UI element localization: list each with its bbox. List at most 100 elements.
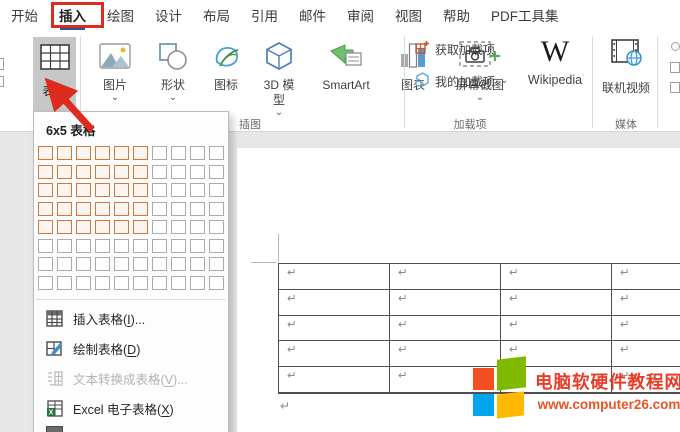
table-grid-cell[interactable]: [38, 165, 53, 179]
menu-item-插入表格[interactable]: 插入表格(I)...: [34, 304, 228, 334]
get-addins-button[interactable]: 获取加载项: [415, 40, 525, 58]
table-grid-cell[interactable]: [152, 165, 167, 179]
table-grid-cell[interactable]: [190, 257, 205, 271]
document-table-cell[interactable]: ↵: [390, 290, 501, 316]
table-grid-cell[interactable]: [95, 146, 110, 160]
table-grid-cell[interactable]: [76, 165, 91, 179]
table-grid-cell[interactable]: [57, 202, 72, 216]
document-table-cell[interactable]: ↵: [612, 316, 680, 342]
table-grid-cell[interactable]: [114, 276, 129, 290]
table-grid-cell[interactable]: [95, 183, 110, 197]
document-table-cell[interactable]: ↵: [612, 264, 680, 290]
table-grid-cell[interactable]: [133, 239, 148, 253]
tab-帮助[interactable]: 帮助: [442, 1, 471, 29]
table-grid-cell[interactable]: [38, 202, 53, 216]
table-grid-cell[interactable]: [152, 183, 167, 197]
table-grid-cell[interactable]: [114, 165, 129, 179]
table-grid-cell[interactable]: [95, 239, 110, 253]
document-table-cell[interactable]: ↵: [501, 316, 612, 342]
document-page[interactable]: ↵↵↵↵↵↵↵↵↵↵↵↵↵↵↵↵↵↵↵↵↵↵↵↵↵↵↵↵↵↵ ↵ 电脑软硬件教程…: [237, 148, 680, 432]
table-grid-cell[interactable]: [38, 276, 53, 290]
table-grid-cell[interactable]: [209, 183, 224, 197]
table-grid-cell[interactable]: [209, 165, 224, 179]
document-table-cell[interactable]: ↵: [501, 264, 612, 290]
table-grid-cell[interactable]: [152, 146, 167, 160]
tab-开始[interactable]: 开始: [10, 1, 39, 29]
table-grid-cell[interactable]: [152, 276, 167, 290]
table-grid-cell[interactable]: [171, 220, 186, 234]
tab-PDF工具集[interactable]: PDF工具集: [490, 1, 560, 29]
table-grid-cell[interactable]: [76, 183, 91, 197]
tab-审阅[interactable]: 审阅: [346, 1, 375, 29]
table-grid-cell[interactable]: [95, 202, 110, 216]
table-grid-cell[interactable]: [152, 202, 167, 216]
table-grid-cell[interactable]: [114, 146, 129, 160]
table-grid-cell[interactable]: [171, 146, 186, 160]
table-grid-cell[interactable]: [209, 276, 224, 290]
table-grid-cell[interactable]: [190, 165, 205, 179]
table-grid-cell[interactable]: [38, 220, 53, 234]
tab-布局[interactable]: 布局: [202, 1, 231, 29]
table-grid-cell[interactable]: [133, 146, 148, 160]
table-grid-cell[interactable]: [209, 202, 224, 216]
table-grid-cell[interactable]: [38, 183, 53, 197]
table-grid-cell[interactable]: [76, 257, 91, 271]
table-grid-cell[interactable]: [209, 220, 224, 234]
table-grid-cell[interactable]: [209, 239, 224, 253]
table-grid-cell[interactable]: [209, 257, 224, 271]
document-table-cell[interactable]: ↵: [390, 264, 501, 290]
document-table-cell[interactable]: ↵: [279, 316, 390, 342]
table-grid-cell[interactable]: [171, 183, 186, 197]
table-grid-cell[interactable]: [133, 183, 148, 197]
ribbon-button-形状[interactable]: 形状⌄: [144, 36, 202, 101]
table-grid-cell[interactable]: [114, 257, 129, 271]
my-addins-button[interactable]: 我的加载项 ⌄: [415, 72, 525, 90]
ribbon-button-SmartArt[interactable]: SmartArt: [308, 36, 384, 93]
table-grid-cell[interactable]: [95, 165, 110, 179]
tab-绘图[interactable]: 绘图: [106, 1, 135, 29]
document-table-cell[interactable]: ↵: [279, 367, 390, 393]
table-grid-cell[interactable]: [190, 239, 205, 253]
tab-邮件[interactable]: 邮件: [298, 1, 327, 29]
table-size-grid[interactable]: [34, 146, 228, 290]
table-grid-cell[interactable]: [114, 202, 129, 216]
table-grid-cell[interactable]: [190, 220, 205, 234]
tab-引用[interactable]: 引用: [250, 1, 279, 29]
table-grid-cell[interactable]: [190, 146, 205, 160]
table-grid-cell[interactable]: [190, 202, 205, 216]
online-video-button[interactable]: 联机视频: [600, 38, 652, 96]
menu-item-Excel电子表格[interactable]: XExcel 电子表格(X): [34, 394, 228, 424]
document-table-cell[interactable]: ↵: [390, 316, 501, 342]
table-grid-cell[interactable]: [57, 146, 72, 160]
table-grid-cell[interactable]: [38, 146, 53, 160]
table-grid-cell[interactable]: [171, 202, 186, 216]
table-grid-cell[interactable]: [95, 276, 110, 290]
table-grid-cell[interactable]: [57, 276, 72, 290]
table-grid-cell[interactable]: [190, 276, 205, 290]
table-grid-cell[interactable]: [152, 220, 167, 234]
table-grid-cell[interactable]: [95, 220, 110, 234]
table-grid-cell[interactable]: [38, 257, 53, 271]
table-grid-cell[interactable]: [171, 257, 186, 271]
tab-设计[interactable]: 设计: [154, 1, 183, 29]
document-table-cell[interactable]: ↵: [501, 290, 612, 316]
wikipedia-button[interactable]: W Wikipedia: [522, 36, 588, 87]
table-grid-cell[interactable]: [171, 165, 186, 179]
table-grid-cell[interactable]: [133, 220, 148, 234]
document-table-cell[interactable]: ↵: [612, 290, 680, 316]
table-grid-cell[interactable]: [133, 257, 148, 271]
table-grid-cell[interactable]: [76, 146, 91, 160]
document-table-cell[interactable]: ↵: [279, 290, 390, 316]
table-grid-cell[interactable]: [133, 202, 148, 216]
tab-视图[interactable]: 视图: [394, 1, 423, 29]
table-grid-cell[interactable]: [57, 257, 72, 271]
quick-tables-icon[interactable]: [46, 426, 63, 432]
table-grid-cell[interactable]: [114, 183, 129, 197]
table-grid-cell[interactable]: [57, 165, 72, 179]
table-grid-cell[interactable]: [209, 146, 224, 160]
table-grid-cell[interactable]: [76, 276, 91, 290]
table-grid-cell[interactable]: [190, 183, 205, 197]
table-grid-cell[interactable]: [57, 220, 72, 234]
table-grid-cell[interactable]: [38, 239, 53, 253]
table-grid-cell[interactable]: [171, 239, 186, 253]
